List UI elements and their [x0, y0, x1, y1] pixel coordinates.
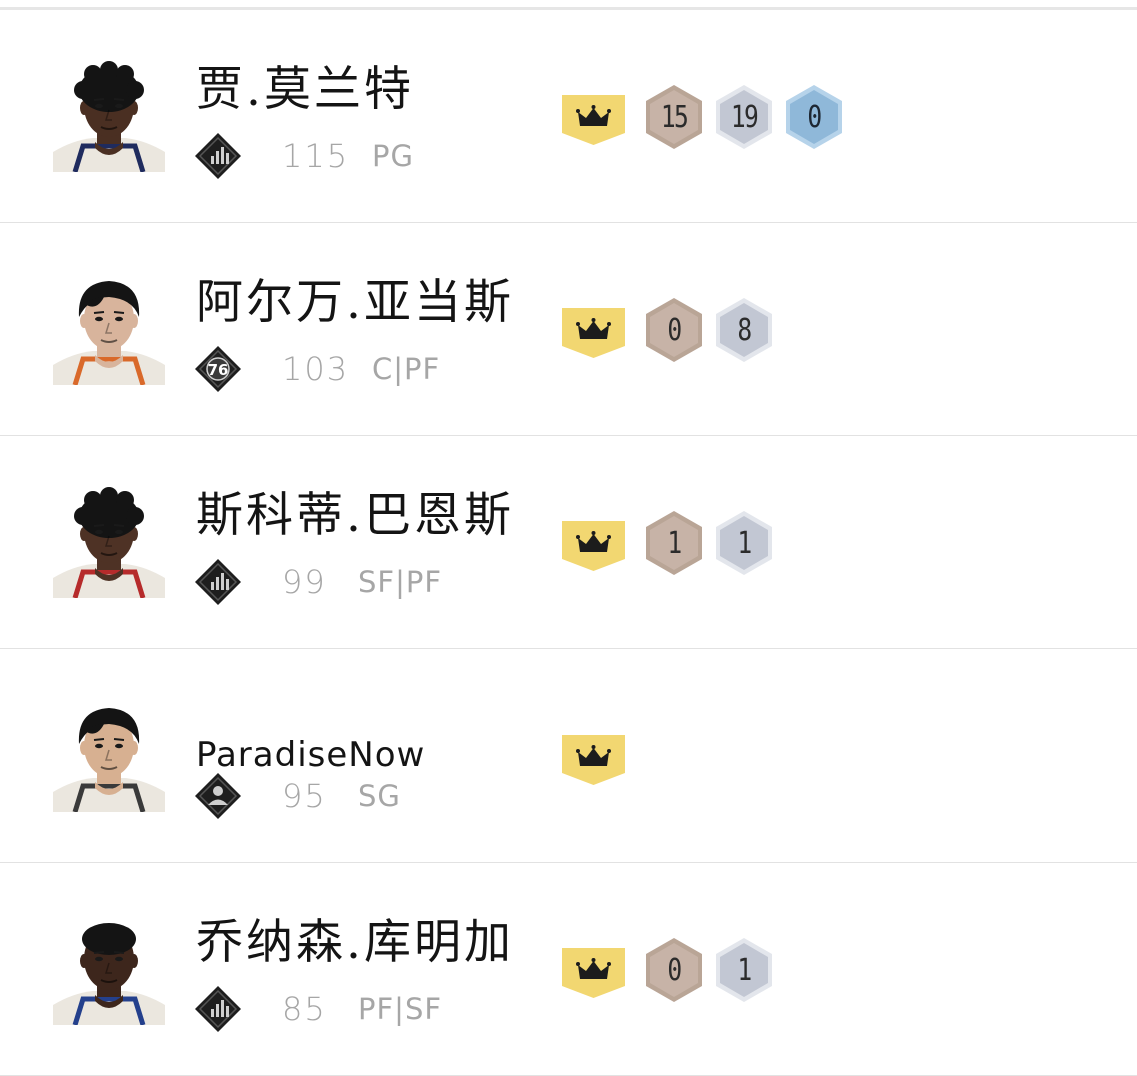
- player-position: SF|PF: [358, 565, 443, 599]
- silver-badge-count: 1: [713, 509, 775, 577]
- player-rating: 103: [282, 350, 350, 388]
- player-name: 贾.莫兰特: [196, 62, 414, 117]
- player-position: SG: [358, 779, 401, 813]
- gold-badge-value: 0: [807, 99, 822, 135]
- player-row[interactable]: 贾.莫兰特 115 PG 15 19 0: [0, 10, 1137, 223]
- gold-badge-count: 0: [783, 83, 845, 151]
- bronze-badge-value: 1: [667, 525, 682, 561]
- 76-logo-icon: 76: [194, 345, 242, 393]
- player-name: ParadiseNow: [196, 735, 426, 775]
- silver-badge-value: 8: [737, 312, 752, 348]
- silver-badge-value: 1: [737, 525, 752, 561]
- silver-badge-value: 19: [730, 99, 759, 135]
- player-rating: 95: [282, 777, 327, 815]
- silver-badge-value: 1: [737, 952, 752, 988]
- player-name: 阿尔万.亚当斯: [196, 275, 514, 330]
- crown-icon: [562, 308, 625, 360]
- player-avatar: [53, 273, 165, 385]
- bronze-badge-value: 0: [667, 952, 682, 988]
- bronze-badge-count: 0: [643, 936, 705, 1004]
- player-row[interactable]: 阿尔万.亚当斯 76 103 C|PF 0 8: [0, 223, 1137, 436]
- bronze-badge-count: 15: [643, 83, 705, 151]
- player-position: PF|SF: [358, 992, 443, 1026]
- person-icon: [194, 772, 242, 820]
- player-row[interactable]: 斯科蒂.巴恩斯 99 SF|PF 1 1: [0, 436, 1137, 649]
- silver-badge-count: 8: [713, 296, 775, 364]
- player-avatar: [53, 60, 165, 172]
- bronze-badge-count: 0: [643, 296, 705, 364]
- player-avatar: [53, 913, 165, 1025]
- row-divider: [0, 648, 1137, 649]
- crown-icon: [562, 521, 625, 573]
- player-name: 斯科蒂.巴恩斯: [196, 488, 514, 543]
- crown-icon: [562, 95, 625, 147]
- bars-chart-icon: [194, 558, 242, 606]
- player-name: 乔纳森.库明加: [196, 915, 514, 970]
- team-badge-text: 76: [208, 361, 229, 379]
- bronze-badge-value: 0: [667, 312, 682, 348]
- bars-chart-icon: [194, 985, 242, 1033]
- silver-badge-count: 19: [713, 83, 775, 151]
- silver-badge-count: 1: [713, 936, 775, 1004]
- crown-icon: [562, 735, 625, 787]
- bars-chart-icon: [194, 132, 242, 180]
- player-row[interactable]: ParadiseNow 95 SG: [0, 650, 1137, 863]
- crown-icon: [562, 948, 625, 1000]
- player-row[interactable]: 乔纳森.库明加 85 PF|SF 0 1: [0, 863, 1137, 1076]
- bronze-badge-value: 15: [660, 99, 689, 135]
- player-position: C|PF: [372, 352, 441, 386]
- bronze-badge-count: 1: [643, 509, 705, 577]
- player-rating: 85: [282, 990, 327, 1028]
- player-position: PG: [372, 139, 414, 173]
- player-avatar: [53, 700, 165, 812]
- player-rating: 115: [282, 137, 350, 175]
- player-rating: 99: [282, 563, 327, 601]
- player-avatar: [53, 486, 165, 598]
